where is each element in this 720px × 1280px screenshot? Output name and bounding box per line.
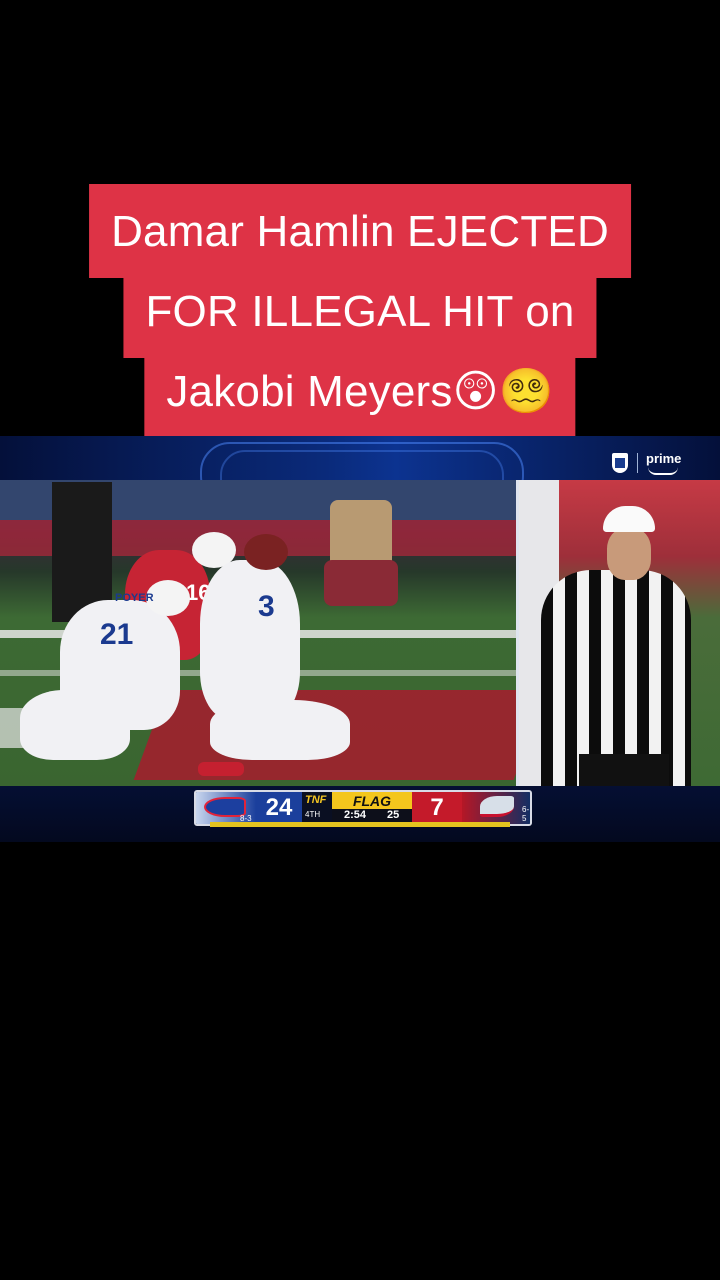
- caption-line-2: FOR ILLEGAL HIT on: [123, 278, 597, 358]
- patriots-logo-icon: [480, 796, 514, 817]
- away-team-block: 6-5: [462, 792, 530, 824]
- game-clock: 2:54: [344, 809, 367, 821]
- defender-player-middle: [200, 560, 300, 720]
- play-clock: 25: [387, 809, 400, 821]
- scorebug: 8-3 24 TNF 4TH FLAG 2:54 25 7 6-5: [194, 790, 532, 826]
- referee-pants: [579, 754, 669, 786]
- nfl-shield-icon: [612, 453, 628, 473]
- prime-logo-icon: prime: [646, 451, 682, 466]
- field-shot: 16 21 POYER 3: [0, 480, 516, 786]
- defender-middle-number: 3: [258, 590, 275, 623]
- defender-left-number: 21: [100, 618, 134, 651]
- home-team-score: 24: [256, 792, 302, 824]
- game-status-block: FLAG 2:54 25: [332, 792, 412, 824]
- defender-left-name: POYER: [115, 592, 154, 604]
- flag-banner: FLAG: [332, 792, 412, 809]
- prime-smile-icon: [648, 467, 678, 475]
- logo-divider: [637, 453, 638, 473]
- caption-line-1: Damar Hamlin EJECTED: [89, 184, 631, 278]
- video-frame[interactable]: prime 16 21 POYER 3 8-3 24 TNF 4TH FLAG …: [0, 436, 720, 842]
- caption-line-3: Jakobi Meyers😲😵‍💫: [144, 356, 576, 436]
- referee-shot: [519, 480, 720, 786]
- referee-cap: [603, 506, 655, 532]
- away-team-score: 7: [412, 792, 462, 824]
- away-team-record: 6-5: [522, 805, 530, 823]
- home-team-block: 8-3: [196, 792, 256, 824]
- referee-head: [607, 528, 651, 580]
- broadcast-header: prime: [0, 436, 720, 506]
- quarter-label: 4TH: [305, 810, 321, 819]
- tnf-label: TNF: [305, 794, 327, 806]
- tnf-block: TNF 4TH: [302, 792, 332, 824]
- scorebug-underline: [210, 822, 510, 827]
